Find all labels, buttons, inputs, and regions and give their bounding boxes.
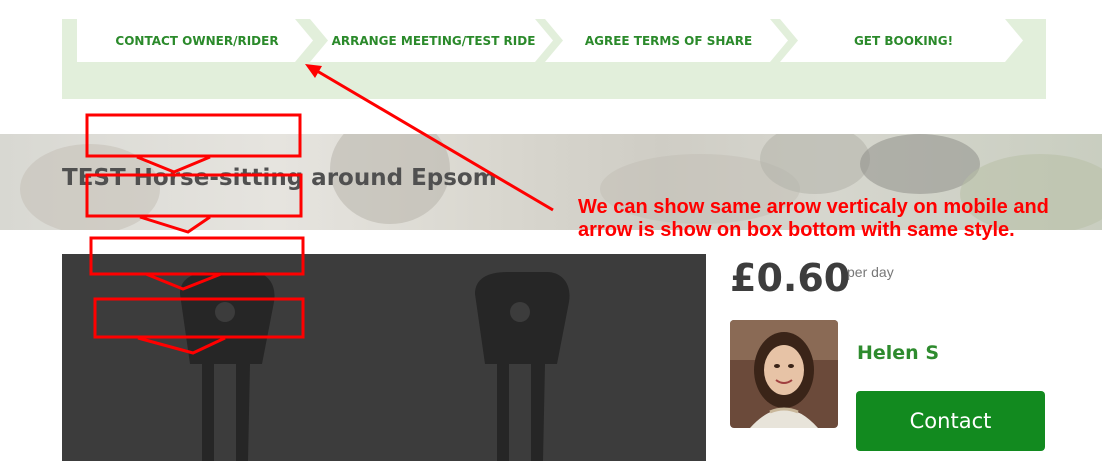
annotation-line: We can show same arrow verticaly on mobi… [578, 196, 1049, 218]
horseshoe-placeholder-icon [180, 272, 570, 461]
step-label: CONTACT OWNER/RIDER [115, 33, 279, 48]
step-agree-terms[interactable]: AGREE TERMS OF SHARE [545, 19, 788, 62]
step-get-booking[interactable]: GET BOOKING! [780, 19, 1023, 62]
listing-image [62, 254, 706, 461]
step-label: ARRANGE MEETING/TEST RIDE [331, 33, 536, 48]
annotation-note: We can show same arrow verticaly on mobi… [578, 196, 1098, 242]
step-label: AGREE TERMS OF SHARE [584, 33, 753, 48]
avatar[interactable] [730, 320, 838, 428]
step-arrange-meeting[interactable]: ARRANGE MEETING/TEST RIDE [310, 19, 553, 62]
step-label: GET BOOKING! [853, 33, 954, 48]
price-unit: per day [847, 264, 894, 280]
contact-button[interactable]: Contact [856, 391, 1045, 451]
listing-price: £0.60 [730, 256, 851, 300]
listing-title: TEST Horse-sitting around Epsom [62, 165, 497, 191]
step-contact-owner[interactable]: CONTACT OWNER/RIDER [77, 19, 313, 62]
owner-photo [730, 320, 838, 428]
annotation-line: arrow is show on box bottom with same st… [578, 219, 1015, 241]
owner-name-link[interactable]: Helen S [857, 342, 939, 364]
